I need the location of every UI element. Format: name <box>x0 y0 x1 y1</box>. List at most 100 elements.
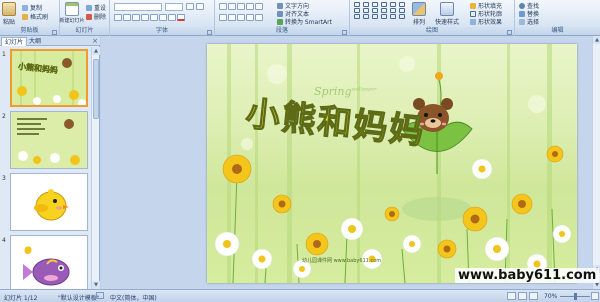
current-slide[interactable]: Springwallpaper 小熊和妈妈 幼儿园课件网 www.baby611… <box>207 44 577 283</box>
slide-thumbnail-1[interactable]: 小熊和妈妈 <box>10 49 88 107</box>
smartart-label: 转换为 SmartArt <box>285 19 332 26</box>
select-button[interactable]: 选择 <box>519 17 539 26</box>
shape-fill-icon <box>470 2 476 9</box>
reset-button[interactable]: 重设 <box>86 3 106 12</box>
tab-outline[interactable]: 大纲 <box>26 37 44 46</box>
columns-icon[interactable] <box>255 14 263 21</box>
slideshow-icon[interactable] <box>529 292 538 300</box>
chick-picture <box>11 174 87 230</box>
shape-item[interactable] <box>363 14 369 19</box>
drawing-launcher[interactable] <box>507 30 512 35</box>
zoom-level[interactable]: 70% <box>544 293 557 300</box>
shapes-gallery[interactable] <box>354 2 406 19</box>
numbering-icon[interactable] <box>228 3 236 10</box>
shape-item[interactable] <box>399 8 405 13</box>
scroll-down-icon[interactable]: ▼ <box>92 281 100 289</box>
shape-effects-label: 形状效果 <box>478 19 503 26</box>
italic-icon[interactable] <box>123 14 131 21</box>
slide-background-art <box>214 44 572 283</box>
shape-item[interactable] <box>399 2 405 7</box>
shape-item[interactable] <box>354 8 360 13</box>
scroll-up-icon[interactable]: ▲ <box>593 36 600 44</box>
shape-effects-button[interactable]: 形状效果 <box>470 17 502 26</box>
paragraph-launcher[interactable] <box>342 30 347 35</box>
shape-item[interactable] <box>390 14 396 19</box>
bullets-icon[interactable] <box>219 3 227 10</box>
group-font: 字体 <box>110 0 215 36</box>
delete-icon <box>86 13 92 20</box>
select-label: 选择 <box>527 19 540 26</box>
select-icon <box>519 18 525 25</box>
paste-button[interactable]: 粘贴 <box>2 2 16 26</box>
quick-styles-icon <box>440 2 454 16</box>
shape-effects-icon <box>470 18 476 25</box>
shape-item[interactable] <box>399 14 405 19</box>
new-slide-label: 新建幻灯片 <box>59 18 85 24</box>
shape-item[interactable] <box>372 14 378 19</box>
copy-label: 复制 <box>30 5 43 12</box>
fish-picture <box>11 236 87 289</box>
align-right-icon[interactable] <box>237 14 245 21</box>
format-painter-button[interactable]: 格式刷 <box>22 12 48 21</box>
shape-item[interactable] <box>354 2 360 7</box>
smartart-button[interactable]: 转换为 SmartArt <box>277 17 332 26</box>
slide-thumbnails: 1 小熊和妈妈 2 3 4 <box>0 47 91 289</box>
zoom-slider-knob[interactable] <box>574 293 577 300</box>
shadow-icon[interactable] <box>150 14 158 21</box>
clipboard-launcher[interactable] <box>52 30 57 35</box>
justify-icon[interactable] <box>246 14 254 21</box>
font-name-combo[interactable] <box>114 3 162 11</box>
shape-item[interactable] <box>363 8 369 13</box>
tab-slides[interactable]: 幻灯片 <box>1 37 28 46</box>
shape-item[interactable] <box>363 2 369 7</box>
arrange-button[interactable]: 排列 <box>412 2 426 26</box>
editor-scrollbar[interactable]: ▲ ▲ ▼ <box>592 36 600 289</box>
decrease-indent-icon[interactable] <box>237 3 245 10</box>
font-color-icon[interactable] <box>177 14 185 21</box>
new-slide-icon <box>65 2 79 16</box>
copy-icon <box>22 4 28 11</box>
shape-item[interactable] <box>372 2 378 7</box>
delete-slide-button[interactable]: 删除 <box>86 12 106 21</box>
font-launcher[interactable] <box>207 30 212 35</box>
group-editing: 查找 替换 选择 编辑 <box>515 0 600 36</box>
spellcheck-icon[interactable] <box>96 292 104 299</box>
shape-item[interactable] <box>381 14 387 19</box>
slide-sorter-icon[interactable] <box>518 292 527 300</box>
align-center-icon[interactable] <box>228 14 236 21</box>
shape-item[interactable] <box>381 8 387 13</box>
arrange-label: 排列 <box>412 19 425 26</box>
slide-thumbnail-3[interactable] <box>10 173 88 231</box>
quick-styles-label: 快速样式 <box>435 19 460 26</box>
align-left-icon[interactable] <box>219 14 227 21</box>
increase-indent-icon[interactable] <box>246 3 254 10</box>
scroll-up-icon[interactable]: ▲ <box>92 47 100 55</box>
thumbnails-scrollbar[interactable]: ▲ ▼ <box>91 47 100 289</box>
spacing-icon[interactable] <box>159 14 167 21</box>
underline-icon[interactable] <box>132 14 140 21</box>
line-spacing-icon[interactable] <box>255 3 263 10</box>
shape-item[interactable] <box>372 8 378 13</box>
close-pane-icon[interactable]: × <box>92 37 98 45</box>
copy-button[interactable]: 复制 <box>22 3 42 12</box>
strikethrough-icon[interactable] <box>141 14 149 21</box>
shape-item[interactable] <box>390 8 396 13</box>
shape-item[interactable] <box>390 2 396 7</box>
shape-item[interactable] <box>381 2 387 7</box>
slide-thumbnail-4[interactable] <box>10 235 88 289</box>
bold-icon[interactable] <box>114 14 122 21</box>
text-direction-icon <box>277 2 283 9</box>
theme-name[interactable]: "默认设计模板" <box>58 293 100 302</box>
grow-font-buttons[interactable] <box>186 3 204 10</box>
slide-count: 幻灯片 1/12 <box>4 295 38 302</box>
slide-thumbnail-2[interactable] <box>10 111 88 169</box>
new-slide-button[interactable]: 新建幻灯片 <box>59 2 85 24</box>
case-icon[interactable] <box>168 14 176 21</box>
fit-icon[interactable] <box>591 292 599 300</box>
language[interactable]: 中文(简体，中国) <box>110 293 157 302</box>
normal-view-icon[interactable] <box>507 292 516 300</box>
shape-item[interactable] <box>354 14 360 19</box>
quick-styles-button[interactable]: 快速样式 <box>435 2 459 26</box>
scroll-thumb[interactable] <box>93 59 99 119</box>
font-size-combo[interactable] <box>165 3 183 11</box>
